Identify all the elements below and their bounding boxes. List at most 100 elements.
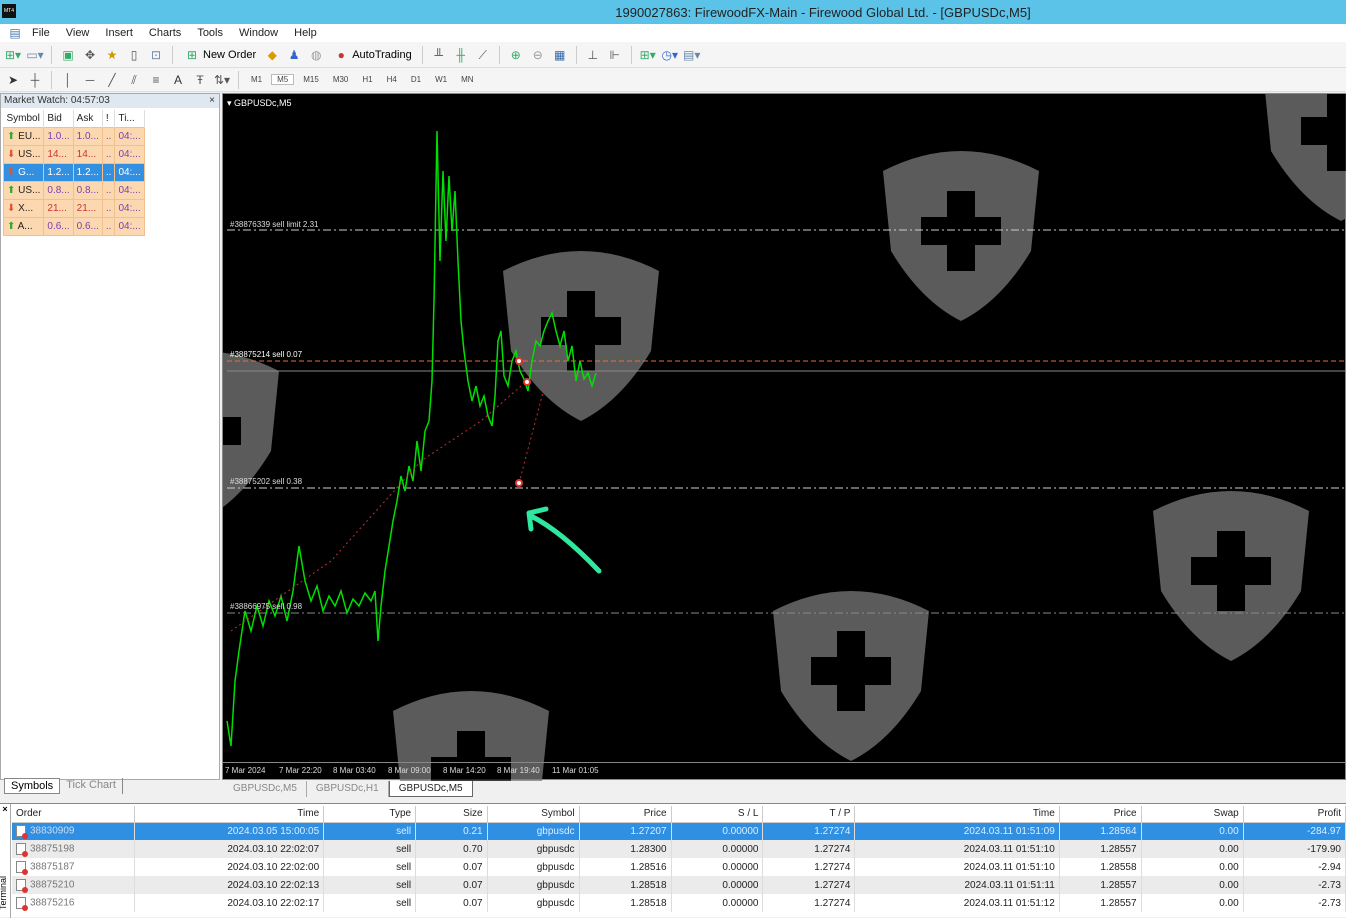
tab-symbols[interactable]: Symbols [4, 778, 61, 794]
ask-cell: 1.0... [72, 126, 103, 146]
market-watch-row[interactable]: ⬇ US... 14... 14... .. 04:... [2, 144, 145, 164]
ask-cell: 14... [72, 144, 103, 164]
candlestick-icon[interactable]: ╫ [452, 46, 470, 64]
timeframe-m1[interactable]: M1 [246, 75, 267, 84]
signals-icon[interactable]: ♟ [285, 46, 303, 64]
timeframe-d1[interactable]: D1 [406, 75, 426, 84]
trendline-icon[interactable]: ╱ [103, 71, 121, 89]
chart-shift-icon[interactable]: ⊩ [606, 46, 624, 64]
symbol-name: G... [18, 166, 35, 178]
strategy-tester-icon[interactable]: ⊡ [147, 46, 165, 64]
timeframe-mn[interactable]: MN [456, 75, 478, 84]
close-icon[interactable]: × [209, 94, 215, 108]
column-header-spread[interactable]: ! [102, 110, 116, 127]
column-header-symbol[interactable]: Symbol [3, 110, 45, 127]
timeframe-m5[interactable]: M5 [271, 74, 295, 85]
menu-view[interactable]: View [58, 27, 98, 39]
market-watch-row[interactable]: ⬆ US... 0.8... 0.8... .. 04:... [2, 180, 145, 200]
column-header-ask[interactable]: Ask [73, 110, 103, 127]
fibonacci-icon[interactable]: ≡ [147, 71, 165, 89]
vertical-line-icon[interactable]: │ [59, 71, 77, 89]
column-header-symbol[interactable]: Symbol [487, 806, 580, 823]
crosshair-icon[interactable]: ┼ [26, 71, 44, 89]
new-order-button[interactable]: ⊞ New Order [180, 46, 259, 64]
trade-row[interactable]: 38875216 2024.03.10 22:02:17 sell 0.07 gbpus… [12, 894, 1346, 912]
symbol-cell: ⬇ US... [2, 144, 45, 164]
periods-icon[interactable]: ◷▾ [661, 46, 679, 64]
text-icon[interactable]: A [169, 71, 187, 89]
size-cell: 0.07 [415, 894, 488, 912]
column-header-time[interactable]: Ti... [114, 110, 145, 127]
menu-tools[interactable]: Tools [189, 27, 231, 39]
trade-row[interactable]: 38875210 2024.03.10 22:02:13 sell 0.07 gbpus… [12, 876, 1346, 894]
close-icon[interactable]: × [0, 804, 10, 814]
menu-insert[interactable]: Insert [97, 27, 141, 39]
column-header-close-time[interactable]: Time [854, 806, 1060, 823]
tile-windows-icon[interactable]: ▦ [551, 46, 569, 64]
market-watch-row[interactable]: ⬇ X... 21... 21... .. 04:... [2, 198, 145, 218]
market-icon[interactable]: ◍ [307, 46, 325, 64]
templates-icon[interactable]: ▤▾ [683, 46, 701, 64]
trade-marker[interactable] [523, 378, 531, 386]
timeframe-m30[interactable]: M30 [328, 75, 354, 84]
navigator-icon[interactable]: ✥ [81, 46, 99, 64]
equidistant-channel-icon[interactable]: ⫽ [125, 71, 143, 89]
app-menu-icon[interactable]: ▤ [6, 24, 24, 42]
zoom-in-icon[interactable]: ⊕ [507, 46, 525, 64]
column-header-sl[interactable]: S / L [671, 806, 764, 823]
column-header-open-price[interactable]: Price [579, 806, 672, 823]
menu-help[interactable]: Help [286, 27, 325, 39]
column-header-tp[interactable]: T / P [762, 806, 856, 823]
terminal-icon[interactable]: ▯ [125, 46, 143, 64]
trade-row[interactable]: 38830909 2024.03.05 15:00:05 sell 0.21 gbpus… [12, 822, 1346, 840]
tab-chart-gbpusdc-m5[interactable]: GBPUSDc,M5 [224, 781, 307, 797]
timeframe-w1[interactable]: W1 [430, 75, 452, 84]
timeframe-h1[interactable]: H1 [357, 75, 377, 84]
column-header-open-time[interactable]: Time [134, 806, 325, 823]
metaeditor-icon[interactable]: ◆ [263, 46, 281, 64]
menu-charts[interactable]: Charts [141, 27, 189, 39]
market-watch-row[interactable]: ⬇ G... 1.2... 1.2... .. 04:... [2, 162, 145, 182]
price-chart[interactable]: ▾ GBPUSDc,M5 #38876339 sell limit 2.31 #… [222, 93, 1346, 781]
column-header-close-price[interactable]: Price [1059, 806, 1142, 823]
cursor-icon[interactable]: ➤ [4, 71, 22, 89]
trade-row[interactable]: 38875198 2024.03.10 22:02:07 sell 0.70 gbpus… [12, 840, 1346, 858]
bid-cell: 1.2... [43, 162, 74, 182]
time-axis: 7 Mar 2024 7 Mar 22:20 8 Mar 03:40 8 Mar… [223, 762, 1345, 779]
column-header-swap[interactable]: Swap [1141, 806, 1244, 823]
watermark-shield-icon [773, 591, 929, 761]
text-label-icon[interactable]: Ŧ [191, 71, 209, 89]
chart-symbol-label[interactable]: ▾ GBPUSDc,M5 [227, 98, 292, 109]
column-header-order[interactable]: Order [12, 806, 136, 823]
column-header-type[interactable]: Type [323, 806, 417, 823]
timeframe-m15[interactable]: M15 [298, 75, 324, 84]
market-watch-table: Symbol Bid Ask ! Ti... ⬆ EU... 1.0... 1.… [2, 110, 145, 236]
data-window-icon[interactable]: ★ [103, 46, 121, 64]
zoom-out-icon[interactable]: ⊖ [529, 46, 547, 64]
line-chart-icon[interactable]: ⟋ [474, 46, 492, 64]
menu-file[interactable]: File [24, 27, 58, 39]
timeframe-h4[interactable]: H4 [382, 75, 402, 84]
trade-marker[interactable] [515, 479, 523, 487]
symbol-name: X... [18, 202, 34, 214]
auto-scroll-icon[interactable]: ⊥ [584, 46, 602, 64]
profiles-icon[interactable]: ▭▾ [26, 46, 44, 64]
menu-window[interactable]: Window [231, 27, 286, 39]
new-chart-icon[interactable]: ⊞▾ [4, 46, 22, 64]
autotrading-button[interactable]: ● AutoTrading [329, 46, 415, 64]
bar-chart-icon[interactable]: ╨ [430, 46, 448, 64]
tab-chart-gbpusdc-h1[interactable]: GBPUSDc,H1 [307, 781, 389, 797]
indicators-icon[interactable]: ⊞▾ [639, 46, 657, 64]
tab-tick-chart[interactable]: Tick Chart [60, 778, 123, 794]
market-watch-icon[interactable]: ▣ [59, 46, 77, 64]
market-watch-row[interactable]: ⬆ A... 0.6... 0.6... .. 04:... [2, 216, 145, 236]
market-watch-row[interactable]: ⬆ EU... 1.0... 1.0... .. 04:... [2, 126, 145, 146]
horizontal-line-icon[interactable]: ─ [81, 71, 99, 89]
tab-chart-gbpusdc-m5-active[interactable]: GBPUSDc,M5 [388, 781, 473, 797]
column-header-bid[interactable]: Bid [43, 110, 74, 127]
arrows-icon[interactable]: ⇅▾ [213, 71, 231, 89]
column-header-size[interactable]: Size [415, 806, 488, 823]
trade-row[interactable]: 38875187 2024.03.10 22:02:00 sell 0.07 gbpus… [12, 858, 1346, 876]
trade-marker[interactable] [515, 357, 523, 365]
column-header-profit[interactable]: Profit [1243, 806, 1346, 823]
